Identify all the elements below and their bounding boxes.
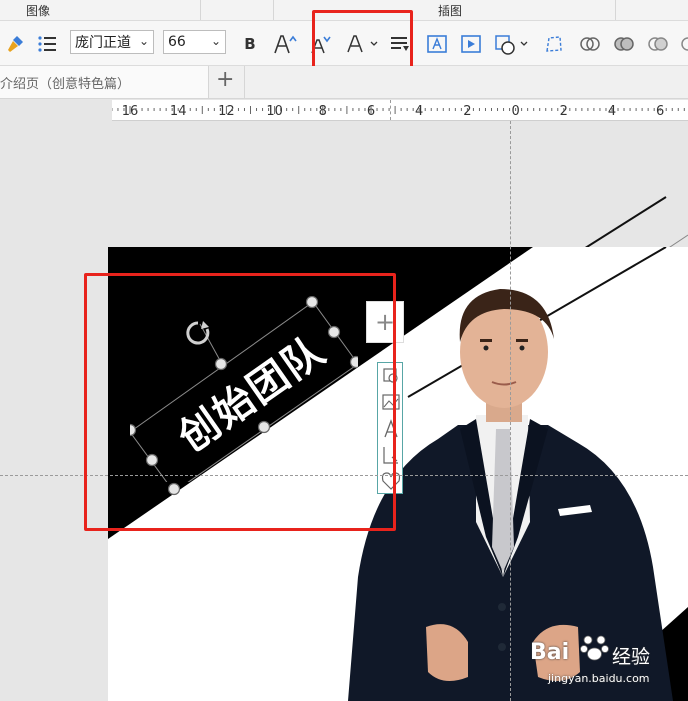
merge-shapes-more-button[interactable] xyxy=(676,31,688,57)
ruler-tick-label: 4 xyxy=(415,104,423,119)
chevron-down-icon: ⌄ xyxy=(138,34,149,48)
bold-button[interactable]: B xyxy=(240,31,260,57)
group-separator xyxy=(200,0,201,20)
baidu-watermark: Bai 经验 jingyan.baidu.com xyxy=(530,628,680,698)
slide-tab-bar: 介绍页（创意特色篇） + xyxy=(0,66,688,99)
ruler-ticks: 16 14 12 10 8 6 4 2 0 2 4 6 xyxy=(112,104,685,119)
ruler-tick-label: 2 xyxy=(560,104,568,119)
paw-icon xyxy=(580,635,609,661)
increase-font-size-button[interactable] xyxy=(272,31,298,57)
media-box-icon xyxy=(461,35,481,53)
text-box-button[interactable] xyxy=(426,31,448,57)
group-separator xyxy=(273,0,274,20)
edit-points-button[interactable] xyxy=(543,31,565,57)
merge-shapes-union-button[interactable] xyxy=(578,31,602,57)
guide-vertical[interactable] xyxy=(510,121,511,701)
ruler-tick-label: 0 xyxy=(511,104,519,119)
text-box-icon xyxy=(427,35,447,53)
ruler-tick-label: 2 xyxy=(463,104,471,119)
group-label-image: 图像 xyxy=(26,4,51,18)
ruler-tick-label: 6 xyxy=(656,104,664,119)
font-size-value: 66 xyxy=(168,34,186,50)
ruler-marker xyxy=(390,100,391,120)
shape-button[interactable] xyxy=(493,31,533,57)
shapes-icon xyxy=(495,35,528,55)
shape-combine-icon xyxy=(614,37,634,51)
add-tab-button[interactable]: + xyxy=(216,67,234,92)
watermark-brand-suffix: 经验 xyxy=(612,646,651,668)
font-size-select[interactable]: 66 ⌄ xyxy=(163,30,226,54)
list-icon xyxy=(38,36,56,52)
merge-shapes-combine-button[interactable] xyxy=(612,31,636,57)
ruler-tick-label: 14 xyxy=(170,104,187,119)
media-box-button[interactable] xyxy=(460,31,482,57)
brush-icon xyxy=(8,36,23,52)
horizontal-ruler[interactable]: 16 14 12 10 8 6 4 2 0 2 4 6 xyxy=(112,100,688,121)
chevron-down-icon: ⌄ xyxy=(210,34,221,48)
merge-shapes-fragment-button[interactable] xyxy=(646,31,670,57)
bullet-list-button[interactable] xyxy=(36,31,58,57)
shape-union-icon xyxy=(580,37,600,51)
highlight-box-text-object xyxy=(84,273,396,531)
font-name-value: 庞门正道 xyxy=(75,35,131,51)
slide-tab-label: 介绍页（创意特色篇） xyxy=(0,77,131,92)
bold-label: B xyxy=(244,35,256,53)
watermark-brand: Bai xyxy=(530,640,570,665)
group-separator xyxy=(615,0,616,20)
shape-intersect-icon xyxy=(681,37,688,51)
watermark-url: jingyan.baidu.com xyxy=(548,672,650,685)
ruler-tick-label: 4 xyxy=(608,104,616,119)
edit-points-icon xyxy=(546,36,562,52)
group-label-illustration: 插图 xyxy=(438,4,463,18)
font-grow-icon xyxy=(274,35,297,54)
font-name-select[interactable]: 庞门正道 ⌄ xyxy=(70,30,154,54)
slide-tab[interactable]: 介绍页（创意特色篇） xyxy=(0,66,209,98)
shape-fragment-icon xyxy=(648,37,668,51)
tab-separator xyxy=(244,66,245,98)
format-painter-button[interactable] xyxy=(4,31,26,57)
